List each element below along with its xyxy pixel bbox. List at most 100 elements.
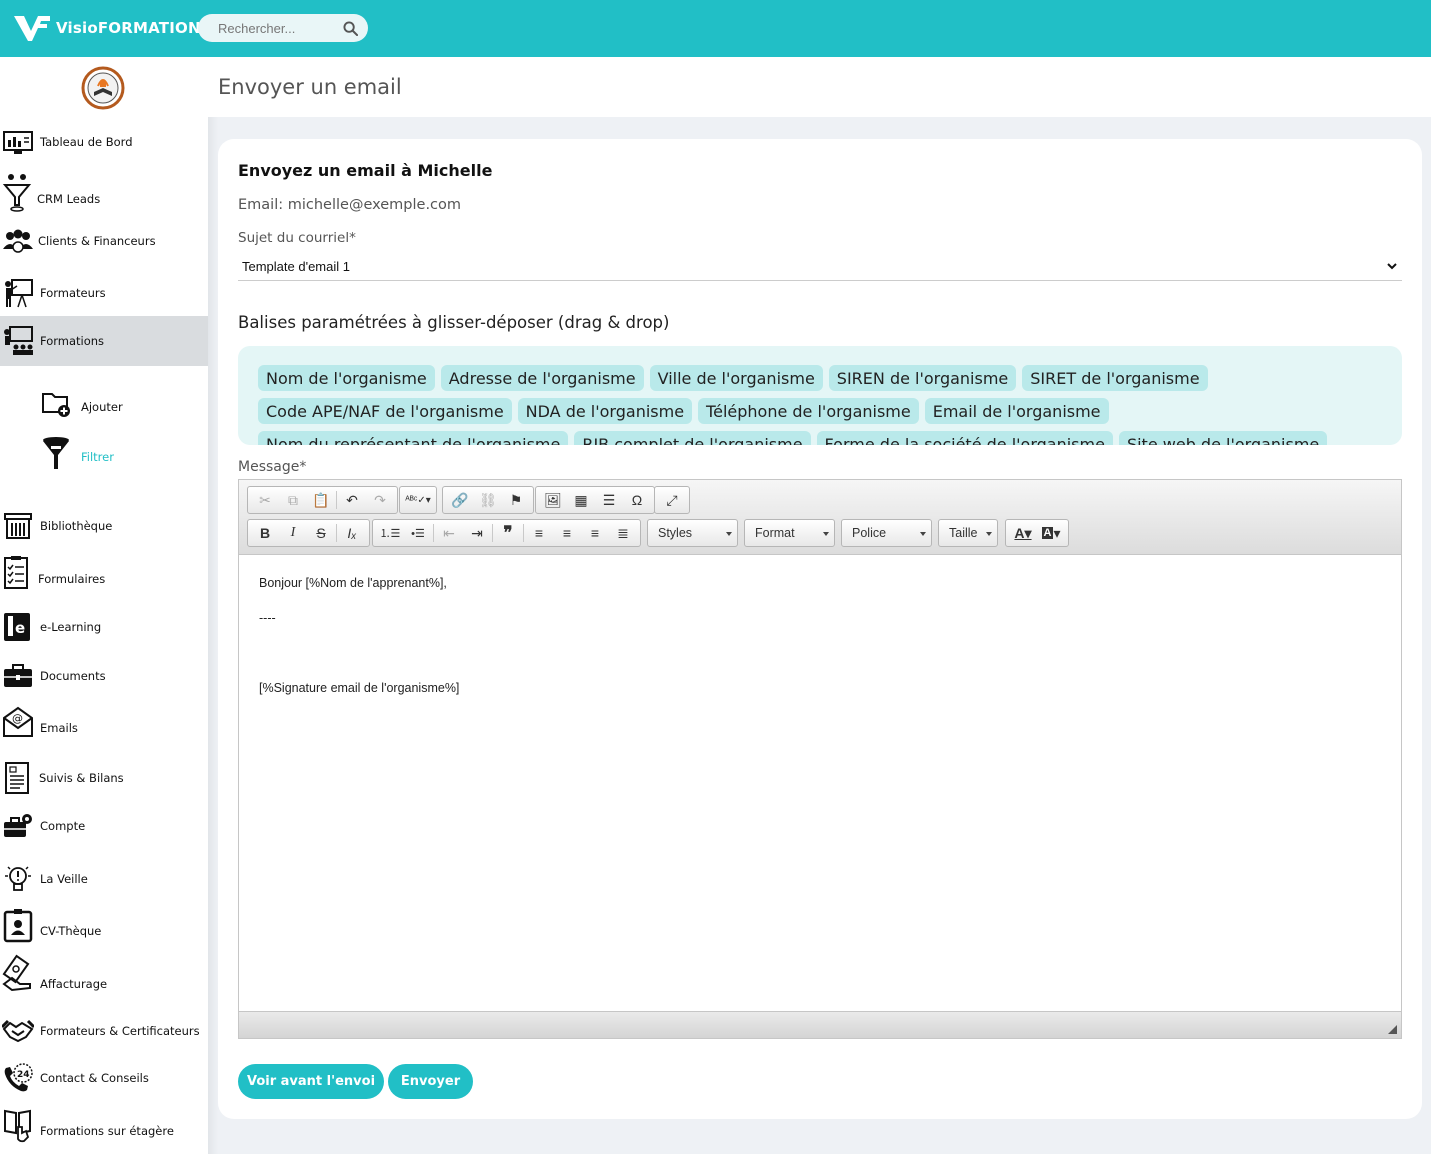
text-color-icon[interactable]: A▾ bbox=[1009, 521, 1037, 545]
tag-chip[interactable]: Email de l'organisme bbox=[924, 398, 1109, 424]
size-combo[interactable]: Taille bbox=[938, 519, 998, 547]
search-input[interactable] bbox=[218, 20, 333, 36]
strikethrough-icon[interactable]: S bbox=[307, 521, 335, 545]
background-color-icon[interactable]: A ▾ bbox=[1037, 521, 1065, 545]
blockquote-icon[interactable]: ❞ bbox=[494, 521, 522, 545]
tag-chip[interactable]: Ville de l'organisme bbox=[649, 365, 823, 391]
table-icon[interactable]: ▦ bbox=[567, 488, 595, 512]
insert-group: 🖼 ▦ ☰ Ω bbox=[535, 486, 655, 514]
dropdown-arrow-icon bbox=[920, 532, 926, 536]
paragraph-group: ⒈☰ •☰ ⇤ ⇥ ❞ ≡ ≡ ≡ ≣ bbox=[372, 519, 641, 547]
special-char-icon[interactable]: Ω bbox=[623, 488, 651, 512]
sidebar-item-crm-leads[interactable]: CRM Leads bbox=[0, 174, 208, 221]
training-icon bbox=[4, 326, 33, 355]
sidebar-item-affacturage[interactable]: Affacturage bbox=[0, 954, 208, 1006]
sidebar-subitem-filtrer[interactable]: Filtrer bbox=[0, 437, 208, 477]
sidebar-item-formateurs-certificateurs[interactable]: Formateurs & Certificateurs bbox=[0, 1009, 208, 1053]
font-combo[interactable]: Police bbox=[841, 519, 932, 547]
sidebar-item-label: Contact & Conseils bbox=[40, 1071, 149, 1085]
cut-icon[interactable]: ✂ bbox=[251, 488, 279, 512]
undo-icon[interactable]: ↶ bbox=[338, 488, 366, 512]
sidebar-item-formations-sur-etagere[interactable]: Formations sur étagère bbox=[0, 1109, 208, 1153]
sidebar-item-label: Formateurs & Certificateurs bbox=[40, 1024, 200, 1038]
anchor-flag-icon[interactable]: ⚑ bbox=[502, 488, 530, 512]
link-icon[interactable]: 🔗 bbox=[446, 488, 474, 512]
dropdown-arrow-icon bbox=[986, 532, 992, 536]
sidebar-subitem-ajouter[interactable]: Ajouter bbox=[0, 387, 208, 427]
maximize-icon[interactable]: ⤢ bbox=[658, 488, 686, 512]
folder-add-icon bbox=[42, 393, 70, 417]
tag-chip[interactable]: RIB complet de l'organisme bbox=[574, 431, 811, 445]
vf-logo-icon bbox=[14, 16, 50, 41]
sidebar-item-e-learning[interactable]: e e-Learning bbox=[0, 605, 208, 649]
sidebar-item-label: Formations bbox=[40, 334, 105, 348]
tag-chip[interactable]: Adresse de l'organisme bbox=[440, 365, 644, 391]
tag-chip[interactable]: Forme de la société de l'organisme bbox=[816, 431, 1113, 445]
sidebar-item-compte[interactable]: Compte bbox=[0, 804, 208, 848]
sidebar-item-label: Clients & Financeurs bbox=[38, 234, 156, 248]
tag-chip[interactable]: Site web de l'organisme bbox=[1118, 431, 1328, 445]
search-box bbox=[198, 14, 368, 42]
tag-chip[interactable]: Code APE/NAF de l'organisme bbox=[258, 398, 512, 424]
search-icon[interactable] bbox=[343, 21, 358, 36]
italic-icon[interactable]: I bbox=[279, 521, 307, 545]
unlink-icon[interactable]: ⛓ bbox=[474, 488, 502, 512]
app-logo[interactable]: VisioFORMATION bbox=[12, 12, 201, 44]
format-combo[interactable]: Format bbox=[744, 519, 835, 547]
sidebar-item-formations[interactable]: Formations bbox=[0, 316, 208, 366]
tag-chip[interactable]: SIRET de l'organisme bbox=[1022, 365, 1208, 391]
styles-combo[interactable]: Styles bbox=[647, 519, 738, 547]
sidebar-item-label: Tableau de Bord bbox=[40, 135, 133, 149]
sidebar-item-contact-conseils[interactable]: 24 Contact & Conseils bbox=[0, 1056, 208, 1100]
sidebar-item-la-veille[interactable]: La Veille bbox=[0, 857, 208, 901]
tag-chip[interactable]: NDA de l'organisme bbox=[517, 398, 693, 424]
spellcheck-icon[interactable]: ᴬᴮᶜ✓▾ bbox=[403, 488, 433, 512]
tag-chip[interactable]: Téléphone de l'organisme bbox=[698, 398, 919, 424]
subject-select[interactable]: Template d'email 1 bbox=[238, 253, 1402, 281]
sidebar-item-emails[interactable]: @ Emails bbox=[0, 706, 208, 750]
redo-icon[interactable]: ↷ bbox=[366, 488, 394, 512]
tag-chip[interactable]: Nom du représentant de l'organisme bbox=[258, 431, 569, 445]
editor-content[interactable]: Bonjour [%Nom de l'apprenant%], ---- [%S… bbox=[239, 556, 1401, 1011]
tag-chip[interactable]: SIREN de l'organisme bbox=[828, 365, 1017, 391]
email-form-card: Envoyez un email à Michelle Email: miche… bbox=[218, 139, 1422, 1119]
bulleted-list-icon[interactable]: •☰ bbox=[404, 521, 432, 545]
preview-button[interactable]: Voir avant l'envoi bbox=[238, 1064, 384, 1099]
align-right-icon[interactable]: ≡ bbox=[581, 521, 609, 545]
numbered-list-icon[interactable]: ⒈☰ bbox=[376, 521, 404, 545]
sidebar-item-formulaires[interactable]: Formulaires bbox=[0, 556, 208, 601]
tag-chip[interactable]: Nom de l'organisme bbox=[258, 365, 435, 391]
font-combo-label: Police bbox=[852, 526, 887, 540]
sidebar-item-cv-theque[interactable]: CV-Thèque bbox=[0, 909, 208, 953]
sidebar-item-label: Suivis & Bilans bbox=[39, 771, 124, 785]
top-bar: VisioFORMATION bbox=[0, 0, 1431, 57]
send-button[interactable]: Envoyer bbox=[388, 1064, 473, 1099]
justify-icon[interactable]: ≣ bbox=[609, 521, 637, 545]
paste-icon[interactable]: 📋 bbox=[307, 488, 335, 512]
horizontal-line-icon[interactable]: ☰ bbox=[595, 488, 623, 512]
align-center-icon[interactable]: ≡ bbox=[553, 521, 581, 545]
sidebar-item-suivis-bilans[interactable]: Suivis & Bilans bbox=[0, 756, 208, 800]
message-line bbox=[259, 646, 1381, 660]
sidebar-item-formateurs[interactable]: Formateurs bbox=[0, 271, 208, 315]
svg-text:e: e bbox=[15, 619, 25, 637]
image-icon[interactable]: 🖼 bbox=[539, 488, 567, 512]
resize-handle-icon[interactable] bbox=[1388, 1025, 1397, 1034]
sidebar-item-clients-financeurs[interactable]: Clients & Financeurs bbox=[0, 219, 208, 263]
sidebar-item-documents[interactable]: Documents bbox=[0, 654, 208, 698]
briefcase-icon bbox=[4, 664, 32, 687]
sidebar-item-tableau-de-bord[interactable]: Tableau de Bord bbox=[0, 120, 208, 164]
page-title: Envoyer un email bbox=[218, 75, 402, 99]
sidebar-item-bibliotheque[interactable]: Bibliothèque bbox=[0, 504, 208, 548]
bold-icon[interactable]: B bbox=[251, 521, 279, 545]
sidebar-item-label: Emails bbox=[40, 721, 78, 735]
lightbulb-icon bbox=[5, 866, 31, 891]
sidebar-item-label: Formations sur étagère bbox=[40, 1124, 174, 1138]
indent-icon[interactable]: ⇥ bbox=[463, 521, 491, 545]
copy-icon[interactable]: ⧉ bbox=[279, 488, 307, 512]
sidebar-subitem-label: Filtrer bbox=[81, 450, 114, 464]
outdent-icon[interactable]: ⇤ bbox=[435, 521, 463, 545]
page-header: Envoyer un email bbox=[208, 57, 1431, 117]
remove-format-icon[interactable]: Iₓ bbox=[338, 521, 366, 545]
align-left-icon[interactable]: ≡ bbox=[525, 521, 553, 545]
